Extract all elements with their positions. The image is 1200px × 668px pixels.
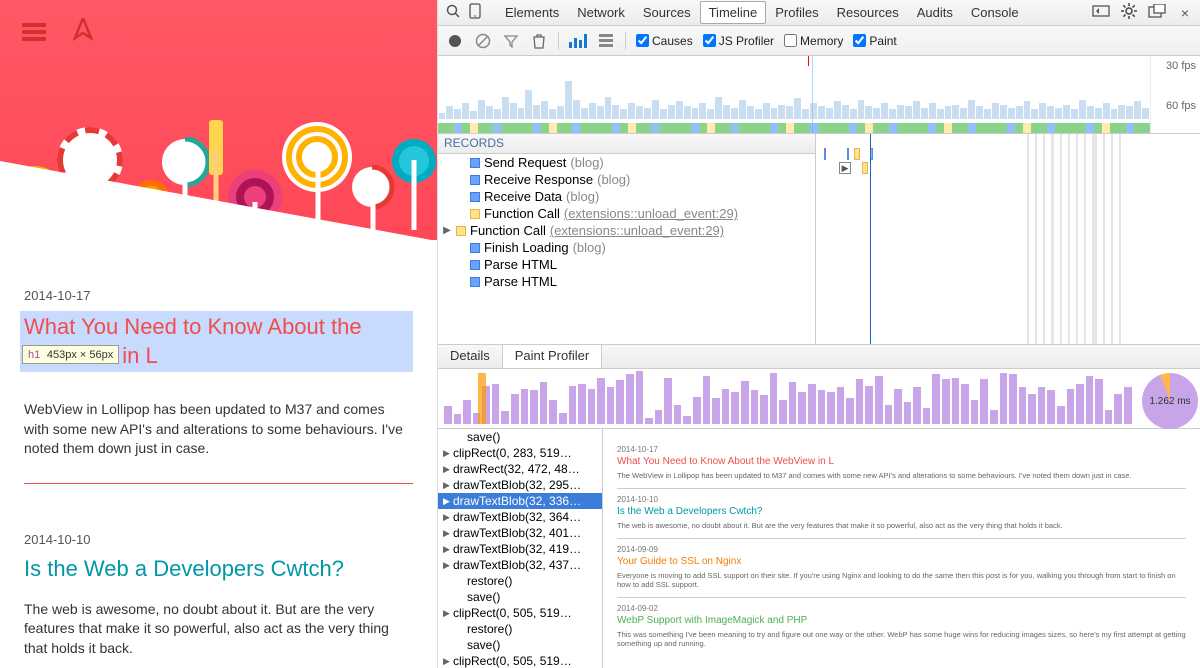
drawlog-row[interactable]: ▶drawTextBlob(32, 401… <box>438 525 602 541</box>
drawlog-row[interactable]: ▶clipRect(0, 505, 519… <box>438 605 602 621</box>
post-date: 2014-10-10 <box>24 532 413 547</box>
drawlog-row[interactable]: save() <box>438 637 602 653</box>
record-row[interactable]: ▶ Function Call (extensions::unload_even… <box>438 222 815 239</box>
blog-content: 2014-10-17 What You Need to Know About t… <box>0 288 437 668</box>
paint-profiler: 1.262 ms save()▶clipRect(0, 283, 519…▶dr… <box>438 369 1200 668</box>
timeline-overview[interactable]: 30 fps 60 fps <box>438 56 1200 134</box>
js-profiler-checkbox[interactable]: JS Profiler <box>703 34 774 48</box>
drawlog-row[interactable]: restore() <box>438 573 602 589</box>
fps-legend: 30 fps 60 fps <box>1150 56 1200 133</box>
paint-preview: 2014-10-17What You Need to Know About th… <box>603 429 1200 668</box>
devtools-panel: ElementsNetworkSourcesTimelineProfilesRe… <box>437 0 1200 668</box>
post-body: WebView in Lollipop has been updated to … <box>24 400 413 459</box>
close-icon[interactable]: × <box>1176 5 1194 21</box>
drawlog-row[interactable]: ▶drawTextBlob(32, 295… <box>438 477 602 493</box>
settings-icon[interactable] <box>1120 3 1138 22</box>
drawlog-row[interactable]: save() <box>438 429 602 445</box>
post-body: The web is awesome, no doubt about it. B… <box>24 600 413 659</box>
dock-icon[interactable] <box>1148 4 1166 21</box>
tab-audits[interactable]: Audits <box>908 1 962 24</box>
drawlog-row[interactable]: restore() <box>438 621 602 637</box>
record-row[interactable]: Receive Response (blog) <box>438 171 815 188</box>
page-preview: 2014-10-17 What You Need to Know About t… <box>0 0 437 668</box>
drawlog-row[interactable]: save() <box>438 589 602 605</box>
clear-button[interactable] <box>474 32 492 50</box>
gc-icon[interactable] <box>530 32 548 50</box>
inspector-tooltip: h1 453px × 56px <box>22 345 119 364</box>
draw-log[interactable]: save()▶clipRect(0, 283, 519…▶drawRect(32… <box>438 429 603 668</box>
paint-checkbox[interactable]: Paint <box>853 34 896 48</box>
drawer-icon[interactable] <box>1092 5 1110 20</box>
tab-elements[interactable]: Elements <box>496 1 568 24</box>
hero-banner <box>0 0 437 240</box>
record-row[interactable]: Parse HTML <box>438 273 815 290</box>
filter-icon[interactable] <box>502 32 520 50</box>
record-row[interactable]: Receive Data (blog) <box>438 188 815 205</box>
timeline-toolbar: Causes JS Profiler Memory Paint <box>438 26 1200 56</box>
drawlog-row[interactable]: ▶drawRect(32, 472, 48… <box>438 461 602 477</box>
bottom-drawer: DetailsPaint Profiler 1.262 ms save()▶cl… <box>438 344 1200 668</box>
causes-checkbox[interactable]: Causes <box>636 34 693 48</box>
drawlog-row[interactable]: ▶drawTextBlob(32, 364… <box>438 509 602 525</box>
flame-chart[interactable]: ▶ <box>816 134 1200 344</box>
device-icon[interactable] <box>466 3 484 22</box>
view-bars-icon[interactable] <box>569 32 587 50</box>
post-title[interactable]: Is the Web a Developers Cwtch? <box>24 555 413 584</box>
drawlog-row[interactable]: ▶clipRect(0, 505, 519… <box>438 653 602 668</box>
view-list-icon[interactable] <box>597 32 615 50</box>
paint-profiler-chart[interactable]: 1.262 ms <box>438 369 1200 429</box>
records-list[interactable]: Send Request (blog) Receive Response (bl… <box>438 154 815 344</box>
bottom-tab-details[interactable]: Details <box>438 345 503 368</box>
drawlog-row[interactable]: ▶drawTextBlob(32, 419… <box>438 541 602 557</box>
drawlog-row[interactable]: ▶drawTextBlob(32, 437… <box>438 557 602 573</box>
hero-illustration <box>0 60 437 240</box>
record-row[interactable]: Function Call (extensions::unload_event:… <box>438 205 815 222</box>
play-button[interactable]: ▶ <box>839 162 851 174</box>
drawlog-row[interactable]: ▶drawTextBlob(32, 336… <box>438 493 602 509</box>
record-row[interactable]: Send Request (blog) <box>438 154 815 171</box>
memory-checkbox[interactable]: Memory <box>784 34 843 48</box>
records-header: RECORDS <box>438 134 815 154</box>
tab-profiles[interactable]: Profiles <box>766 1 827 24</box>
records-column: RECORDS Send Request (blog) Receive Resp… <box>438 134 816 344</box>
record-row[interactable]: Finish Loading (blog) <box>438 239 815 256</box>
post-divider <box>24 483 413 484</box>
tab-timeline[interactable]: Timeline <box>700 1 767 24</box>
location-icon[interactable] <box>72 18 94 49</box>
paint-duration-pie: 1.262 ms <box>1142 373 1198 429</box>
tab-console[interactable]: Console <box>962 1 1028 24</box>
devtools-tabs: ElementsNetworkSourcesTimelineProfilesRe… <box>496 1 1028 24</box>
inspect-icon[interactable] <box>444 4 462 21</box>
tab-network[interactable]: Network <box>568 1 634 24</box>
devtools-header: ElementsNetworkSourcesTimelineProfilesRe… <box>438 0 1200 26</box>
bottom-tabs: DetailsPaint Profiler <box>438 345 1200 369</box>
bottom-tab-paint-profiler[interactable]: Paint Profiler <box>503 345 602 368</box>
record-button[interactable] <box>446 32 464 50</box>
record-row[interactable]: Parse HTML <box>438 256 815 273</box>
tab-sources[interactable]: Sources <box>634 1 700 24</box>
drawlog-row[interactable]: ▶clipRect(0, 283, 519… <box>438 445 602 461</box>
hamburger-icon[interactable] <box>22 23 46 41</box>
tab-resources[interactable]: Resources <box>828 1 908 24</box>
post-date: 2014-10-17 <box>24 288 413 303</box>
